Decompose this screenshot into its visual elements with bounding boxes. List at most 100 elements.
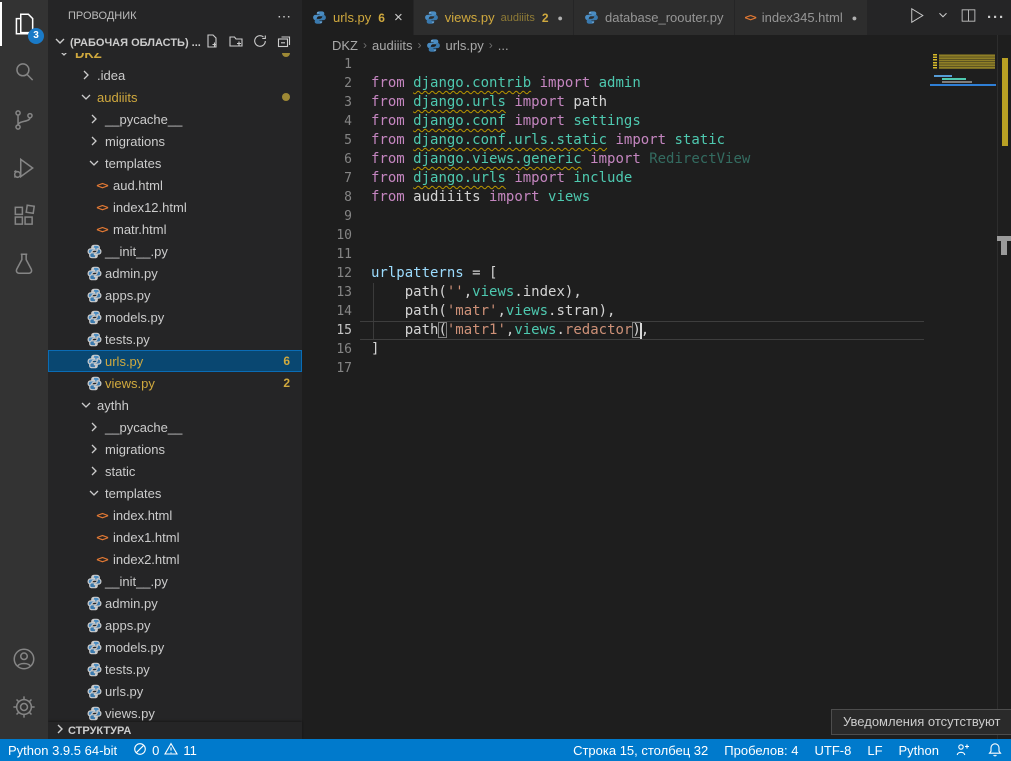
tab-urls.py[interactable]: urls.py6× [302,0,414,35]
code-line-12[interactable]: 12urlpatterns = [ [302,264,1011,283]
code-line-1[interactable]: 1 [302,55,1011,74]
code-line-2[interactable]: 2from django.contrib import admin [302,74,1011,93]
tree-item-__init__.py[interactable]: __init__.py [48,570,302,592]
line-number[interactable]: 5 [302,131,352,150]
explorer-icon[interactable]: 3 [0,0,48,48]
code-line-14[interactable]: 14 path('matr',views.stran), [302,302,1011,321]
code-line-17[interactable]: 17 [302,359,1011,378]
tree-item-DKZ[interactable]: DKZ [48,53,302,64]
tree-item-templates[interactable]: templates [48,152,302,174]
explorer-more-actions-icon[interactable]: ⋯ [277,8,292,25]
settings-gear-icon[interactable] [0,683,48,731]
tree-item-views.py[interactable]: views.py2 [48,372,302,394]
feedback-icon[interactable] [947,739,979,761]
indentation-status[interactable]: Пробелов: 4 [716,739,806,761]
tree-item-migrations[interactable]: migrations [48,438,302,460]
breadcrumb-item-DKZ[interactable]: DKZ [332,38,358,53]
split-editor-icon[interactable] [960,7,977,29]
tree-item-audiiits[interactable]: audiiits [48,86,302,108]
tree-item-models.py[interactable]: models.py [48,636,302,658]
line-number[interactable]: 14 [302,302,352,321]
breadcrumb-item-urls.py[interactable]: urls.py [426,38,483,53]
collapse-all-icon[interactable] [276,33,292,52]
tree-item-tests.py[interactable]: tests.py [48,658,302,680]
tree-item-urls.py[interactable]: urls.py [48,680,302,702]
line-number[interactable]: 7 [302,169,352,188]
encoding-status[interactable]: UTF-8 [807,739,860,761]
refresh-icon[interactable] [252,33,268,52]
workspace-section-header[interactable]: (РАБОЧАЯ ОБЛАСТЬ) ... [48,32,302,53]
tree-item-.idea[interactable]: .idea [48,64,302,86]
dirty-indicator-icon[interactable]: ● [852,13,857,23]
new-file-icon[interactable] [204,33,220,52]
line-number[interactable]: 12 [302,264,352,283]
tree-item-aythh[interactable]: aythh [48,394,302,416]
notifications-bell-icon[interactable] [979,739,1011,761]
extensions-icon[interactable] [0,192,48,240]
breadcrumb-item-...[interactable]: ... [498,38,509,53]
tree-item-__pycache__[interactable]: __pycache__ [48,108,302,130]
editor-more-actions-icon[interactable]: ··· [987,9,1005,26]
code-line-13[interactable]: 13 path('',views.index), [302,283,1011,302]
line-number[interactable]: 1 [302,55,352,74]
line-number[interactable]: 13 [302,283,352,302]
line-number[interactable]: 2 [302,74,352,93]
tree-item-tests.py[interactable]: tests.py [48,328,302,350]
code-line-4[interactable]: 4from django.conf import settings [302,112,1011,131]
code-editor[interactable]: 12from django.contrib import admin3from … [302,55,1011,739]
new-folder-icon[interactable] [228,33,244,52]
code-line-11[interactable]: 11 [302,245,1011,264]
tree-item-admin.py[interactable]: admin.py [48,262,302,284]
tree-item-apps.py[interactable]: apps.py [48,284,302,306]
problems-status[interactable]: 0 11 [125,739,205,761]
run-dropdown-chevron-icon[interactable] [936,8,950,27]
cursor-position-status[interactable]: Строка 15, столбец 32 [565,739,716,761]
code-line-6[interactable]: 6from django.views.generic import Redire… [302,150,1011,169]
run-debug-icon[interactable] [0,144,48,192]
tree-item-urls.py[interactable]: urls.py6 [48,350,302,372]
tree-item-__pycache__[interactable]: __pycache__ [48,416,302,438]
tree-item-templates[interactable]: templates [48,482,302,504]
tree-item-index12.html[interactable]: <>index12.html [48,196,302,218]
tree-item-matr.html[interactable]: <>matr.html [48,218,302,240]
source-control-icon[interactable] [0,96,48,144]
code-line-9[interactable]: 9 [302,207,1011,226]
tab-database_roouter.py[interactable]: database_roouter.py [574,0,735,35]
dirty-indicator-icon[interactable]: ● [558,13,563,23]
tree-item-apps.py[interactable]: apps.py [48,614,302,636]
python-interpreter-status[interactable]: Python 3.9.5 64-bit [0,739,125,761]
line-number[interactable]: 16 [302,340,352,359]
tree-item-models.py[interactable]: models.py [48,306,302,328]
tree-item-index.html[interactable]: <>index.html [48,504,302,526]
run-python-file-icon[interactable] [907,6,926,30]
line-number[interactable]: 10 [302,226,352,245]
testing-icon[interactable] [0,240,48,288]
code-line-5[interactable]: 5from django.conf.urls.static import sta… [302,131,1011,150]
tab-index345.html[interactable]: <>index345.html● [735,0,869,35]
account-icon[interactable] [0,635,48,683]
minimap[interactable] [930,53,996,693]
tree-item-static[interactable]: static [48,460,302,482]
code-line-10[interactable]: 10 [302,226,1011,245]
tree-item-views.py[interactable]: views.py [48,702,302,722]
close-icon[interactable]: × [394,9,403,26]
line-number[interactable]: 8 [302,188,352,207]
tree-item-aud.html[interactable]: <>aud.html [48,174,302,196]
eol-status[interactable]: LF [859,739,890,761]
line-number[interactable]: 15 [302,321,352,340]
tree-item-index2.html[interactable]: <>index2.html [48,548,302,570]
tree-item-__init__.py[interactable]: __init__.py [48,240,302,262]
language-mode-status[interactable]: Python [891,739,947,761]
outline-section-header[interactable]: СТРУКТУРА [48,722,302,739]
line-number[interactable]: 4 [302,112,352,131]
line-number[interactable]: 6 [302,150,352,169]
code-line-7[interactable]: 7from django.urls import include [302,169,1011,188]
code-line-16[interactable]: 16] [302,340,1011,359]
line-number[interactable]: 17 [302,359,352,378]
search-icon[interactable] [0,48,48,96]
tree-item-migrations[interactable]: migrations [48,130,302,152]
line-number[interactable]: 9 [302,207,352,226]
line-number[interactable]: 3 [302,93,352,112]
code-line-3[interactable]: 3from django.urls import path [302,93,1011,112]
line-number[interactable]: 11 [302,245,352,264]
